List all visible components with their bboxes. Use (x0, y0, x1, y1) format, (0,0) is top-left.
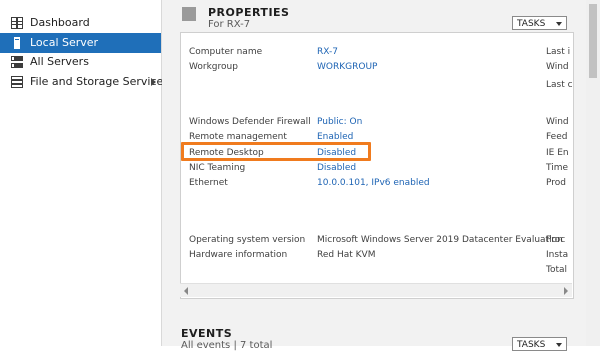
prop-value-ethernet[interactable]: 10.0.0.101, IPv6 enabled (317, 178, 430, 188)
tasks-label: TASKS (517, 340, 546, 350)
prop-value-os-version: Microsoft Windows Server 2019 Datacenter… (317, 235, 563, 245)
remote-desktop-highlight (181, 142, 371, 161)
chevron-down-icon (556, 22, 562, 26)
prop-label-os-version: Operating system version (189, 235, 306, 245)
sidebar-item-label: Dashboard (30, 16, 90, 29)
scroll-left-icon[interactable] (184, 287, 188, 295)
sidebar-item-dashboard[interactable]: Dashboard (0, 13, 161, 33)
scroll-right-icon[interactable] (564, 287, 568, 295)
prop-value-remote-management[interactable]: Enabled (317, 132, 353, 142)
prop-right-10: Total (546, 265, 568, 275)
prop-right-1: Wind (546, 62, 569, 72)
sidebar-item-all-servers[interactable]: All Servers (0, 52, 161, 72)
chevron-right-icon[interactable] (151, 78, 156, 86)
chevron-down-icon (556, 343, 562, 347)
prop-value-nic-teaming[interactable]: Disabled (317, 163, 356, 173)
prop-label-computer-name: Computer name (189, 47, 263, 57)
sidebar-item-local-server[interactable]: Local Server (0, 33, 161, 53)
prop-label-workgroup: Workgroup (189, 62, 238, 72)
events-tasks-button[interactable]: TASKS (512, 337, 567, 351)
prop-right-9: Insta (546, 250, 569, 260)
sidebar-item-label: Local Server (30, 36, 99, 49)
prop-right-8: Proc (546, 235, 566, 245)
prop-right-7: Prod (546, 178, 566, 188)
scrollbar-thumb[interactable] (589, 4, 597, 78)
sidebar-item-file-storage[interactable]: File and Storage Services (0, 72, 169, 92)
tasks-label: TASKS (517, 19, 546, 29)
dashboard-grid-icon (11, 17, 23, 29)
prop-value-workgroup[interactable]: WORKGROUP (317, 62, 377, 72)
properties-tasks-button[interactable]: TASKS (512, 16, 567, 30)
prop-label-remote-management: Remote management (189, 132, 287, 142)
properties-subtitle: For RX-7 (208, 19, 251, 30)
prop-right-5: IE En (546, 148, 569, 158)
horizontal-scrollbar[interactable] (180, 283, 572, 297)
sidebar-navigation: Dashboard Local Server All Servers File … (0, 0, 169, 346)
prop-value-computer-name[interactable]: RX-7 (317, 47, 338, 57)
vertical-scrollbar[interactable] (586, 0, 600, 346)
prop-right-4: Feed (546, 132, 568, 142)
prop-value-hardware: Red Hat KVM (317, 250, 376, 260)
sidebar-item-label: File and Storage Services (30, 75, 170, 88)
properties-panel: Computer name RX-7 Last i Workgroup WORK… (180, 32, 574, 299)
prop-value-firewall[interactable]: Public: On (317, 117, 362, 127)
prop-label-nic-teaming: NIC Teaming (189, 163, 246, 173)
prop-label-hardware: Hardware information (189, 250, 288, 260)
servers-icon (11, 56, 23, 68)
prop-right-3: Wind (546, 117, 569, 127)
storage-icon (11, 76, 23, 88)
properties-section-icon (182, 7, 196, 21)
prop-label-firewall: Windows Defender Firewall (189, 117, 311, 127)
prop-right-2: Last c (546, 80, 573, 90)
properties-title: PROPERTIES (208, 6, 290, 19)
prop-right-0: Last i (546, 47, 571, 57)
prop-right-6: Time (546, 163, 569, 173)
events-title: EVENTS (181, 327, 233, 340)
sidebar-item-label: All Servers (30, 55, 89, 68)
server-icon (14, 37, 20, 49)
prop-label-ethernet: Ethernet (189, 178, 228, 188)
